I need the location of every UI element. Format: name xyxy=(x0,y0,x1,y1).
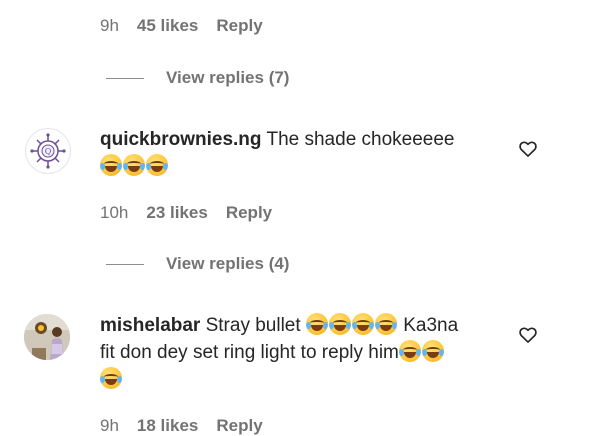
emoji-group xyxy=(100,154,169,177)
comment-meta-row: 10h 23 likes Reply xyxy=(100,203,272,223)
divider-line xyxy=(106,263,144,265)
comment-username[interactable]: quickbrownies.ng xyxy=(100,129,262,150)
view-replies-label: View replies (7) xyxy=(166,68,290,87)
tears-of-joy-emoji-icon xyxy=(328,313,351,335)
divider-line xyxy=(106,77,144,79)
heart-outline-icon[interactable] xyxy=(518,325,538,345)
comment-body: quickbrownies.ng The shade chokeeeee xyxy=(100,126,500,180)
tears-of-joy-emoji-icon xyxy=(421,340,444,362)
tears-of-joy-emoji-icon xyxy=(100,367,122,389)
reply-button[interactable]: Reply xyxy=(216,16,262,36)
tears-of-joy-emoji-icon xyxy=(123,154,145,176)
comment-timestamp: 9h xyxy=(100,416,119,435)
view-replies-button[interactable]: View replies (7) xyxy=(106,68,289,88)
heart-outline-icon[interactable] xyxy=(518,139,538,159)
reply-button[interactable]: Reply xyxy=(216,416,262,436)
comment-meta-row: 9h 18 likes Reply xyxy=(100,416,263,436)
avatar-logo-icon: Q xyxy=(30,133,66,169)
comment-text: Stray bullet xyxy=(205,315,301,336)
view-replies-button[interactable]: View replies (4) xyxy=(106,254,289,274)
comment-timestamp: 10h xyxy=(100,203,129,222)
tears-of-joy-emoji-icon xyxy=(374,313,397,335)
emoji-group xyxy=(398,340,445,363)
comment-text: The shade chokeeeee xyxy=(266,129,455,150)
tears-of-joy-emoji-icon xyxy=(146,154,168,176)
tears-of-joy-emoji-icon xyxy=(351,313,374,335)
comment-username[interactable]: mishelabar xyxy=(100,315,200,336)
svg-text:Q: Q xyxy=(45,147,52,156)
avatar[interactable]: Q xyxy=(25,128,71,174)
reply-button[interactable]: Reply xyxy=(226,203,272,223)
emoji-group xyxy=(100,367,123,390)
avatar-photo-icon xyxy=(24,314,70,360)
view-replies-label: View replies (4) xyxy=(166,254,290,273)
comment-body: mishelabar Stray bullet Ka3na fit don de… xyxy=(100,312,510,393)
comment-likes[interactable]: 18 likes xyxy=(137,416,198,436)
comment-meta-row: 9h 45 likes Reply xyxy=(100,16,263,36)
emoji-group xyxy=(305,313,398,336)
tears-of-joy-emoji-icon xyxy=(398,340,421,362)
comment-timestamp: 9h xyxy=(100,16,119,35)
tears-of-joy-emoji-icon xyxy=(100,154,122,176)
comment-text: Ka3na xyxy=(403,315,459,336)
comment-text: fit don dey set ring light to reply him xyxy=(100,342,399,363)
avatar[interactable] xyxy=(24,314,70,360)
comment-likes[interactable]: 23 likes xyxy=(146,203,207,223)
tears-of-joy-emoji-icon xyxy=(305,313,328,335)
comment-likes[interactable]: 45 likes xyxy=(137,16,198,36)
